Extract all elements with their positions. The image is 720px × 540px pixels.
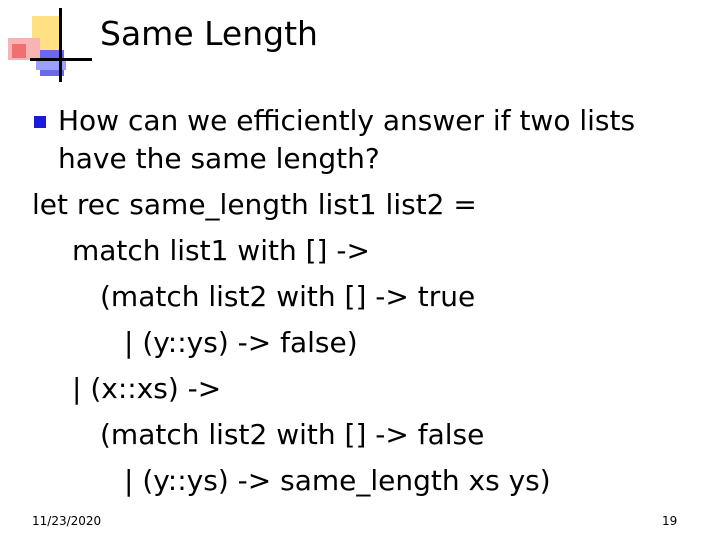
- code-line-5: | (x::xs) ->: [72, 372, 222, 405]
- code-line-7: | (y::ys) -> same_length xs ys): [124, 464, 551, 497]
- bullet-text-line-2: have the same length?: [58, 142, 380, 175]
- corner-logo-graphic: [8, 8, 92, 82]
- square-bullet-icon: [34, 116, 46, 128]
- code-line-3: (match list2 with [] -> true: [100, 280, 476, 313]
- code-line-1: let rec same_length list1 list2 =: [32, 188, 477, 221]
- code-line-2: match list1 with [] ->: [72, 234, 370, 267]
- bullet-text-line-1: How can we efficiently answer if two lis…: [58, 104, 636, 137]
- footer-page-number: 19: [662, 514, 678, 528]
- footer-date: 11/23/2020: [32, 514, 102, 528]
- code-line-6: (match list2 with [] -> false: [100, 418, 485, 451]
- slide-title: Same Length: [100, 14, 318, 53]
- code-line-4: | (y::ys) -> false): [124, 326, 358, 359]
